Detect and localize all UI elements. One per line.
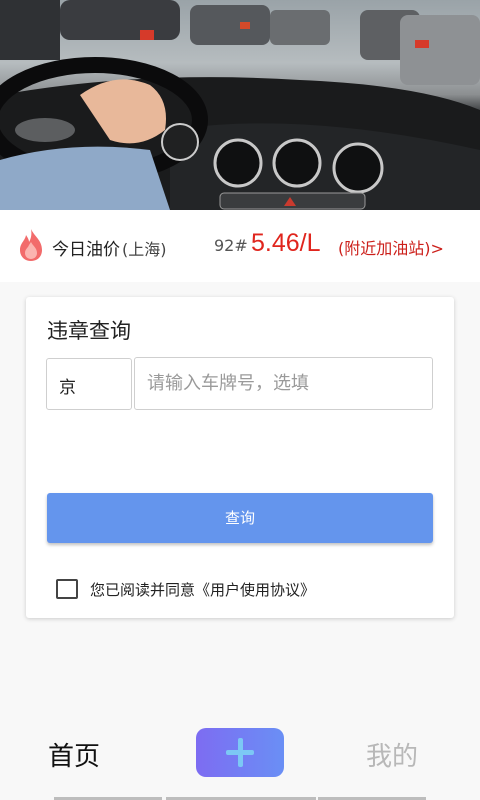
query-button[interactable]: 查询 bbox=[47, 493, 433, 543]
tab-home[interactable]: 首页 bbox=[48, 736, 100, 773]
violation-query-card: 违章查询 京 查询 您已阅读并同意《用户使用协议》 bbox=[26, 297, 454, 618]
agreement-checkbox[interactable] bbox=[56, 579, 78, 599]
tab-mine[interactable]: 我的 bbox=[366, 736, 418, 773]
fuel-city[interactable]: (上海) bbox=[122, 236, 167, 260]
agreement-text[interactable]: 您已阅读并同意《用户使用协议》 bbox=[90, 579, 390, 600]
add-button[interactable] bbox=[196, 728, 284, 777]
fuel-price-label: 今日油价 bbox=[52, 240, 120, 260]
fuel-price-bar: 今日油价 (上海) 92# 5.46/L (附近加油站)> bbox=[0, 210, 480, 282]
hero-banner-image bbox=[0, 0, 480, 210]
fuel-grade: 92# bbox=[214, 236, 248, 255]
fuel-price-value: 5.46/L bbox=[251, 229, 321, 257]
plus-icon-vertical bbox=[237, 738, 243, 767]
plate-number-input[interactable] bbox=[134, 357, 433, 410]
card-title: 违章查询 bbox=[47, 319, 131, 343]
bottom-nav: 首页 我的 bbox=[0, 720, 480, 800]
nearby-station-link[interactable]: (附近加油站)> bbox=[338, 235, 444, 259]
province-selector[interactable]: 京 bbox=[46, 358, 132, 410]
flame-icon bbox=[20, 229, 42, 261]
